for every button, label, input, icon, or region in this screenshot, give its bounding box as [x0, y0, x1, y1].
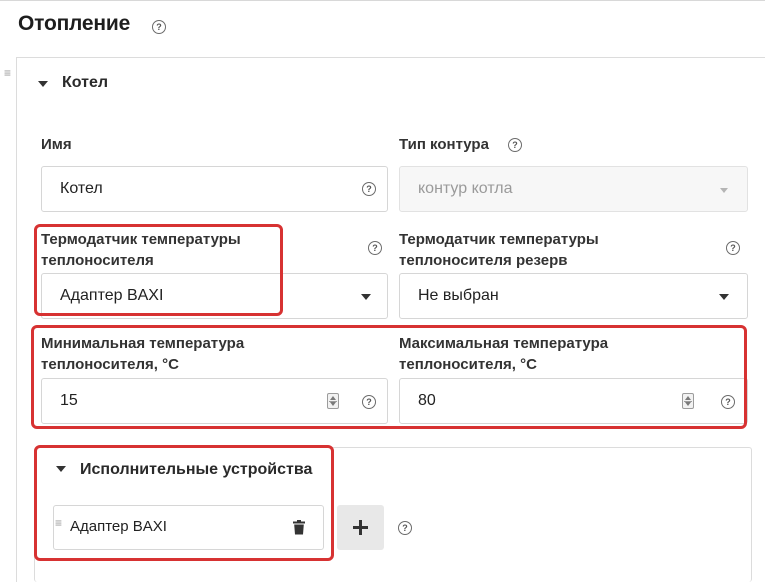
- help-icon[interactable]: ?: [368, 241, 382, 255]
- help-icon[interactable]: ?: [508, 138, 522, 152]
- top-divider: [0, 0, 765, 1]
- drag-handle-icon[interactable]: ≡: [4, 67, 11, 79]
- plus-icon: [359, 520, 362, 535]
- highlight-temperatures: [31, 325, 747, 429]
- highlight-sensor: [34, 224, 283, 316]
- name-value: Котел: [60, 180, 103, 197]
- chevron-down-icon: [719, 294, 729, 300]
- name-label: Имя: [41, 136, 72, 153]
- circuit-type-label: Тип контура: [399, 136, 489, 153]
- section-title[interactable]: Котел: [62, 74, 108, 92]
- chevron-down-icon: [361, 294, 371, 300]
- circuit-type-select[interactable]: контур котла: [399, 166, 748, 212]
- help-icon[interactable]: ?: [362, 182, 376, 196]
- help-icon[interactable]: ?: [398, 521, 412, 535]
- help-icon[interactable]: ?: [152, 20, 166, 34]
- caret-down-icon[interactable]: [38, 81, 48, 87]
- sensor-reserve-select[interactable]: Не выбран: [399, 273, 748, 319]
- page-title: Отопление: [18, 12, 131, 35]
- help-icon[interactable]: ?: [726, 241, 740, 255]
- chevron-down-icon: [720, 188, 728, 193]
- highlight-actuators: [34, 445, 334, 561]
- name-input[interactable]: Котел: [41, 166, 388, 212]
- sensor-reserve-value: Не выбран: [418, 287, 499, 304]
- sensor-reserve-label-line1: Термодатчик температуры: [399, 231, 599, 248]
- sensor-reserve-label-line2: теплоносителя резерв: [399, 252, 568, 269]
- circuit-type-value: контур котла: [418, 180, 513, 197]
